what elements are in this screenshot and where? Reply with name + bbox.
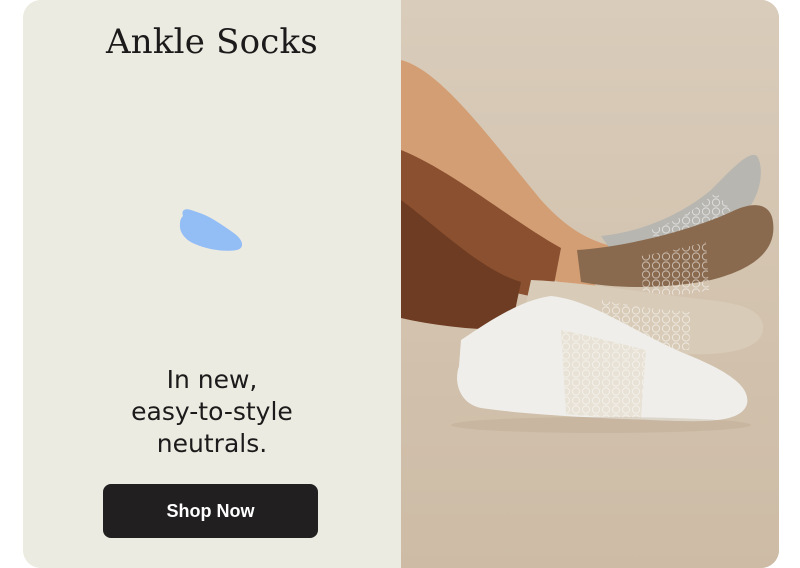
promo-title: Ankle Socks bbox=[106, 22, 318, 62]
ankle-socks-promo-card: Ankle Socks In new, easy-to-style neutra… bbox=[23, 0, 779, 568]
ankle-sock-icon bbox=[179, 209, 243, 251]
shop-now-button[interactable]: Shop Now bbox=[103, 484, 318, 538]
tagline-line-2: easy-to-style bbox=[131, 397, 293, 426]
promo-tagline: In new, easy-to-style neutrals. bbox=[23, 364, 401, 460]
tagline-line-1: In new, bbox=[166, 365, 258, 394]
tagline-line-3: neutrals. bbox=[156, 429, 268, 458]
socks-photo bbox=[401, 0, 779, 568]
promo-text-panel: Ankle Socks In new, easy-to-style neutra… bbox=[23, 0, 401, 568]
